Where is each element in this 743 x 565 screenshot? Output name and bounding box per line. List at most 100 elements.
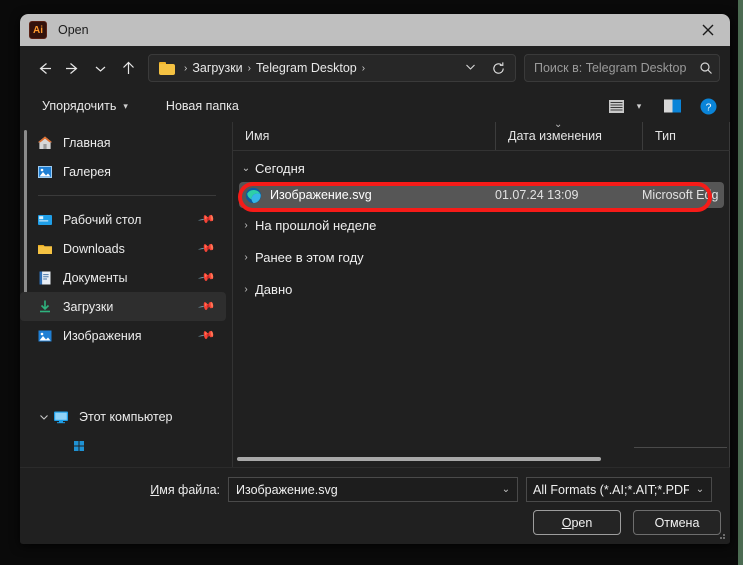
sidebar-item-documents[interactable]: Документы 📌 bbox=[20, 263, 226, 292]
pin-icon[interactable]: 📌 bbox=[198, 297, 217, 316]
chevron-down-icon[interactable]: ⌄ bbox=[495, 484, 517, 495]
search-icon bbox=[693, 61, 719, 75]
title-bar: Ai Open bbox=[20, 14, 730, 46]
open-button-label-rest: pen bbox=[571, 515, 593, 530]
chevron-right-icon[interactable]: › bbox=[237, 252, 255, 263]
chevron-down-icon[interactable]: ⌄ bbox=[689, 484, 711, 495]
breadcrumb-separator-trailing: › bbox=[361, 62, 366, 74]
back-button[interactable] bbox=[30, 54, 58, 82]
cancel-button[interactable]: Отмена bbox=[633, 510, 721, 535]
file-rows-container: ⌄ Сегодня Изображение.svg 01.07.24 13:09… bbox=[233, 155, 730, 303]
documents-icon bbox=[36, 269, 54, 287]
sidebar: Главная Галерея Рабочий стол 📌 Downloads… bbox=[20, 122, 232, 467]
dialog-footer: Имя файла: Изображение.svg ⌄ All Formats… bbox=[20, 467, 730, 543]
cancel-button-label: Отмена bbox=[654, 515, 700, 530]
breadcrumb-item-telegram-desktop[interactable]: Telegram Desktop bbox=[256, 61, 357, 75]
group-header-today[interactable]: ⌄ Сегодня bbox=[233, 155, 730, 182]
column-header-type[interactable]: Тип bbox=[642, 122, 730, 150]
sidebar-item-label: Рабочий стол bbox=[63, 212, 142, 227]
horizontal-scrollbar[interactable] bbox=[233, 457, 730, 461]
chevron-down-icon bbox=[95, 66, 105, 72]
resize-grip[interactable] bbox=[716, 530, 726, 540]
group-header-long-ago[interactable]: › Давно bbox=[233, 276, 730, 303]
table-row[interactable]: Изображение.svg 01.07.24 13:09 Microsoft… bbox=[239, 182, 724, 208]
illustrator-app-icon: Ai bbox=[29, 21, 47, 39]
sidebar-item-label: Этот компьютер bbox=[79, 409, 173, 424]
organize-button[interactable]: Упорядочить ▾ bbox=[34, 93, 136, 119]
group-header-last-week[interactable]: › На прошлой неделе bbox=[233, 212, 730, 239]
search-box[interactable]: Поиск в: Telegram Desktop bbox=[524, 54, 720, 82]
sidebar-item-pictures[interactable]: Изображения 📌 bbox=[20, 321, 226, 350]
chevron-right-icon[interactable]: › bbox=[237, 284, 255, 295]
breadcrumb-separator: › bbox=[247, 62, 251, 74]
arrow-right-icon bbox=[65, 62, 77, 74]
sidebar-item-local-disk-clipped[interactable] bbox=[20, 431, 226, 460]
sidebar-item-label: Документы bbox=[63, 270, 128, 285]
chevron-down-icon[interactable]: ⌄ bbox=[237, 163, 255, 174]
refresh-button[interactable] bbox=[485, 55, 511, 81]
filename-label: Имя файла: bbox=[20, 483, 228, 497]
main-content: Главная Галерея Рабочий стол 📌 Downloads… bbox=[20, 122, 730, 467]
help-button[interactable]: ? bbox=[694, 93, 722, 119]
pin-icon[interactable]: 📌 bbox=[198, 326, 217, 345]
sidebar-item-label: Галерея bbox=[63, 164, 111, 179]
column-header-name[interactable]: Имя bbox=[233, 122, 495, 150]
folder-icon bbox=[159, 61, 175, 75]
filename-value[interactable]: Изображение.svg bbox=[229, 483, 495, 497]
new-folder-button[interactable]: Новая папка bbox=[158, 93, 247, 119]
local-disk-icon bbox=[70, 437, 88, 455]
filename-label-mnemonic: И bbox=[150, 482, 160, 497]
close-button[interactable] bbox=[685, 14, 730, 46]
pin-icon[interactable]: 📌 bbox=[198, 239, 217, 258]
column-header-date[interactable]: ⌄ Дата изменения bbox=[495, 122, 642, 150]
breadcrumb[interactable]: › Загрузки › Telegram Desktop › bbox=[148, 54, 516, 82]
right-edge-strip bbox=[738, 0, 743, 565]
preview-pane-button[interactable] bbox=[658, 93, 686, 119]
recent-locations-button[interactable] bbox=[86, 54, 114, 82]
filename-input[interactable]: Изображение.svg ⌄ bbox=[228, 477, 518, 502]
sidebar-divider bbox=[38, 195, 216, 196]
arrow-left-icon bbox=[39, 62, 51, 74]
chevron-down-icon bbox=[466, 64, 475, 70]
view-options-button[interactable] bbox=[602, 93, 630, 119]
sidebar-item-gallery[interactable]: Галерея bbox=[20, 157, 226, 186]
group-label: Ранее в этом году bbox=[255, 250, 364, 265]
sidebar-item-home[interactable]: Главная bbox=[20, 128, 226, 157]
sort-ascending-icon: ⌄ bbox=[554, 122, 563, 130]
filename-row: Имя файла: Изображение.svg ⌄ All Formats… bbox=[20, 468, 730, 502]
open-file-dialog: Ai Open › Загрузки › Telegram Desktop › … bbox=[20, 14, 730, 544]
file-type: Microsoft Edg bbox=[642, 188, 719, 202]
filename-label-rest: мя файла: bbox=[159, 482, 220, 497]
chevron-down-icon[interactable] bbox=[36, 411, 52, 423]
group-label: На прошлой неделе bbox=[255, 218, 377, 233]
refresh-icon bbox=[492, 61, 504, 74]
sidebar-item-downloads-folder[interactable]: Downloads 📌 bbox=[20, 234, 226, 263]
search-input[interactable]: Поиск в: Telegram Desktop bbox=[525, 61, 693, 75]
gallery-icon bbox=[36, 163, 54, 181]
view-options-caret[interactable]: ▾ bbox=[630, 93, 648, 119]
chevron-right-icon[interactable]: › bbox=[237, 220, 255, 231]
group-header-earlier-this-year[interactable]: › Ранее в этом году bbox=[233, 244, 730, 271]
pin-icon[interactable]: 📌 bbox=[198, 210, 217, 229]
up-button[interactable] bbox=[114, 54, 142, 82]
home-icon bbox=[36, 134, 54, 152]
open-button-mnemonic: O bbox=[561, 515, 572, 530]
sidebar-item-label: Изображения bbox=[63, 328, 142, 343]
breadcrumb-item-downloads[interactable]: Загрузки bbox=[192, 61, 242, 75]
forward-button[interactable] bbox=[58, 54, 86, 82]
column-header-label: Дата изменения bbox=[508, 129, 602, 143]
help-icon: ? bbox=[700, 98, 716, 114]
sidebar-item-desktop[interactable]: Рабочий стол 📌 bbox=[20, 205, 226, 234]
sidebar-item-this-pc[interactable]: Этот компьютер bbox=[20, 402, 226, 431]
file-type-filter-dropdown[interactable]: All Formats (*.AI;*.AIT;*.PDF;*.D ⌄ bbox=[526, 477, 712, 502]
breadcrumb-dropdown-button[interactable] bbox=[456, 60, 485, 76]
preview-pane-icon bbox=[663, 99, 681, 113]
list-view-icon bbox=[608, 99, 624, 113]
horizontal-scrollbar-thumb[interactable] bbox=[237, 457, 601, 461]
pin-icon[interactable]: 📌 bbox=[198, 268, 217, 287]
open-button[interactable]: Open bbox=[533, 510, 621, 535]
sidebar-item-label: Главная bbox=[63, 135, 111, 150]
file-type-filter-value: All Formats (*.AI;*.AIT;*.PDF;*.D bbox=[533, 482, 689, 497]
sidebar-item-zagruzki[interactable]: Загрузки 📌 bbox=[20, 292, 226, 321]
